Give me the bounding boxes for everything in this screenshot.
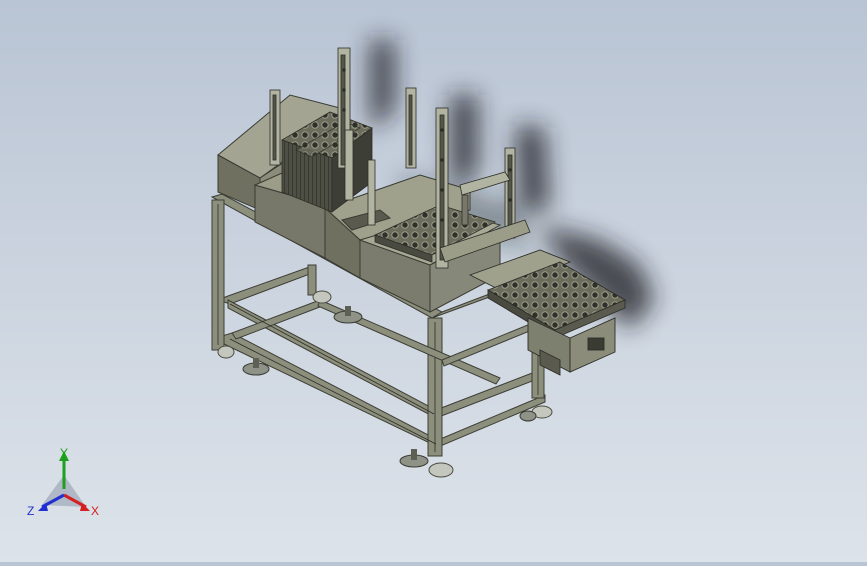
y-axis-label: Y xyxy=(60,446,68,460)
triad-graphic: Y X Z xyxy=(27,446,99,518)
cad-viewport[interactable] xyxy=(0,0,867,562)
x-axis-label: X xyxy=(91,504,99,518)
view-orientation-triad[interactable]: Y X Z xyxy=(20,445,110,525)
z-axis-label: Z xyxy=(27,504,34,518)
cad-model-view[interactable] xyxy=(0,0,867,562)
